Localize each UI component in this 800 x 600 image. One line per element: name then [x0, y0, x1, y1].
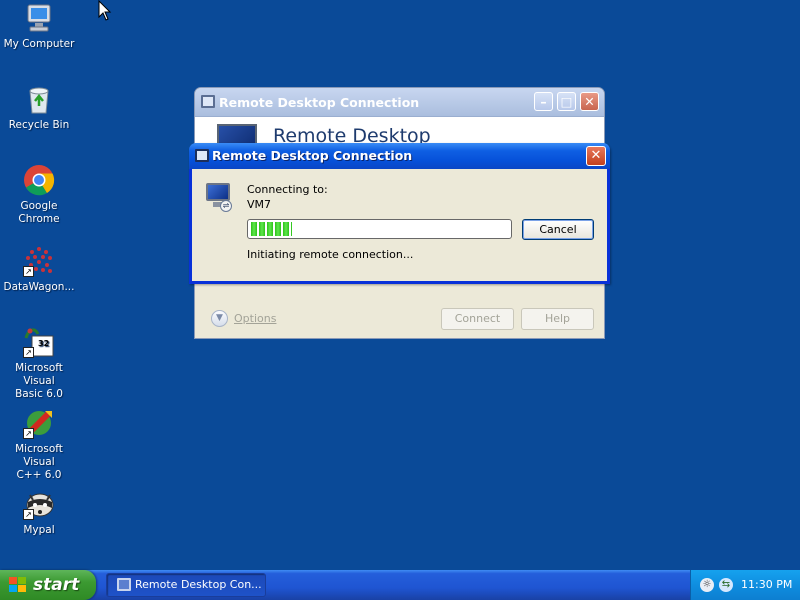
my-computer-icon	[23, 2, 55, 34]
help-button[interactable]: Help	[521, 308, 594, 330]
cancel-button[interactable]: Cancel	[522, 219, 594, 240]
desktop-icon-label-line1: Microsoft Visual	[15, 362, 63, 387]
taskbar-item-label: Remote Desktop Con...	[135, 578, 262, 591]
start-label: start	[33, 575, 80, 595]
desktop-icon-google-chrome[interactable]: Google Chrome	[0, 164, 78, 226]
desktop-icon-visual-cpp[interactable]: ↗ Microsoft Visual C++ 6.0	[0, 407, 78, 482]
minimize-button[interactable]: –	[534, 92, 553, 111]
rdc-main-footer: ▼ Options Connect Help	[195, 306, 604, 338]
desktop-icon-my-computer[interactable]: My Computer	[0, 2, 78, 51]
close-button[interactable]: ✕	[580, 92, 599, 111]
recycle-bin-icon	[23, 83, 55, 115]
svg-text:32: 32	[38, 339, 49, 348]
shortcut-arrow-icon: ↗	[23, 266, 34, 277]
desktop-icon-recycle-bin[interactable]: Recycle Bin	[0, 83, 78, 132]
shortcut-arrow-icon: ↗	[23, 347, 34, 358]
mypal-icon: ↗	[23, 488, 55, 520]
desktop-icon-mypal[interactable]: ↗ Mypal	[0, 488, 78, 537]
connection-progress-bar	[247, 219, 512, 239]
desktop-icon-label: Recycle Bin	[8, 119, 70, 131]
connecting-to-label: Connecting to:	[247, 183, 328, 196]
rdc-app-icon	[195, 149, 209, 162]
visual-basic-icon: 32 ↗	[23, 326, 55, 358]
taskbar-item-remote-desktop[interactable]: Remote Desktop Con...	[106, 573, 266, 597]
tray-app-icon[interactable]: ☼	[700, 578, 714, 592]
windows-logo-icon	[9, 577, 26, 593]
connecting-dialog[interactable]: Remote Desktop Connection ✕ ⇌ Connecting…	[189, 143, 610, 284]
maximize-button[interactable]: □	[557, 92, 576, 111]
close-button[interactable]: ✕	[586, 146, 606, 166]
desktop-icon-label: My Computer	[3, 38, 75, 50]
connect-button[interactable]: Connect	[441, 308, 514, 330]
shortcut-arrow-icon: ↗	[23, 428, 34, 439]
progress-fill	[251, 222, 293, 236]
remote-monitor-icon: ⇌	[204, 183, 234, 213]
rdc-main-titlebar[interactable]: Remote Desktop Connection – □ ✕	[195, 88, 604, 117]
tray-network-icon[interactable]: ⇆	[719, 578, 733, 592]
rdc-banner: Remote Desktop	[195, 117, 604, 145]
start-button[interactable]: start	[0, 570, 96, 600]
connecting-dialog-title: Remote Desktop Connection	[212, 148, 413, 163]
options-chevron-icon[interactable]: ▼	[211, 310, 228, 327]
desktop-icon-label: DataWagon...	[3, 281, 75, 293]
datawagon-icon: ↗	[23, 245, 55, 277]
chrome-icon	[23, 164, 55, 196]
desktop-icon-label: Google Chrome	[18, 200, 60, 225]
desktop-icon-datawagon[interactable]: ↗ DataWagon...	[0, 245, 78, 294]
clock[interactable]: 11:30 PM	[741, 578, 792, 591]
connecting-dialog-titlebar[interactable]: Remote Desktop Connection ✕	[189, 143, 610, 169]
visual-cpp-icon: ↗	[23, 407, 55, 439]
rdc-monitor-icon	[217, 124, 257, 145]
desktop-icon-visual-basic[interactable]: 32 ↗ Microsoft Visual Basic 6.0	[0, 326, 78, 401]
rdc-app-icon	[117, 578, 131, 591]
shortcut-arrow-icon: ↗	[23, 509, 34, 520]
connecting-target: VM7	[247, 198, 272, 211]
rdc-main-title: Remote Desktop Connection	[219, 95, 420, 110]
options-button[interactable]: Options	[234, 312, 276, 325]
taskbar: start Remote Desktop Con... ☼ ⇆ 11:30 PM	[0, 570, 800, 600]
rdc-banner-title: Remote Desktop	[273, 125, 431, 145]
desktop-icon-label-line1: Microsoft Visual	[15, 443, 63, 468]
connecting-dialog-body: ⇌ Connecting to: VM7 Cancel Initiating r…	[192, 169, 607, 281]
mouse-cursor-icon	[98, 0, 112, 21]
rdc-app-icon	[201, 95, 215, 108]
desktop-icon-label-line2: Basic 6.0	[15, 388, 63, 400]
desktop-icon-label: Mypal	[23, 524, 55, 536]
desktop-icon-label-line2: C++ 6.0	[16, 469, 62, 481]
system-tray: ☼ ⇆ 11:30 PM	[690, 570, 800, 600]
connection-status: Initiating remote connection...	[247, 248, 414, 261]
desktop[interactable]: { "desktop": { "icons": [ {"label": "My …	[0, 0, 800, 600]
